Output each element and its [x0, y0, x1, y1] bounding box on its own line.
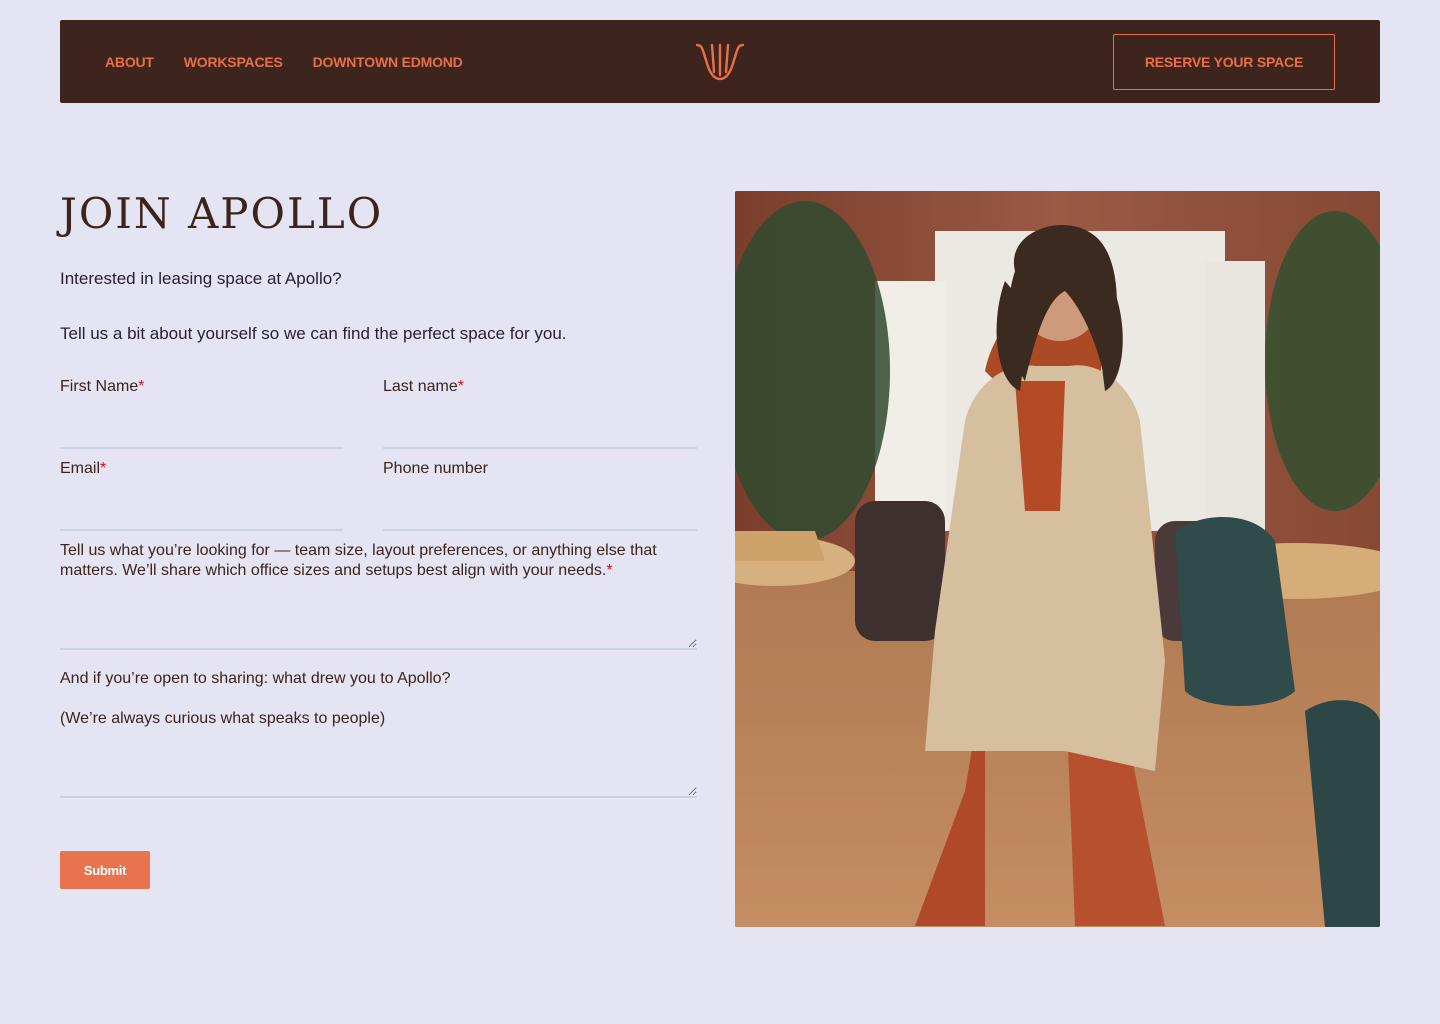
drew-question: And if you’re open to sharing: what drew…	[60, 670, 451, 687]
nav-link-workspaces[interactable]: WORKSPACES	[184, 54, 283, 70]
last-name-label: Last name*	[383, 378, 464, 395]
last-name-field-group: Last name*	[383, 377, 697, 449]
required-asterisk: *	[100, 460, 107, 477]
drew-subtext: (We’re always curious what speaks to peo…	[60, 710, 386, 727]
email-label: Email*	[60, 460, 107, 477]
page-title: JOIN APOLLO	[60, 189, 384, 238]
reserve-your-space-button[interactable]: RESERVE YOUR SPACE	[1113, 34, 1335, 90]
nav-links: ABOUT WORKSPACES DOWNTOWN EDMOND	[105, 54, 463, 70]
drew-textarea[interactable]	[60, 729, 697, 798]
drew-field-group: And if you’re open to sharing: what drew…	[60, 669, 697, 798]
needs-label: Tell us what you’re looking for — team s…	[60, 542, 657, 579]
required-asterisk: *	[457, 378, 464, 395]
join-form-section: JOIN APOLLO Interested in leasing space …	[60, 185, 700, 889]
required-asterisk: *	[606, 562, 613, 579]
needs-textarea[interactable]	[60, 581, 697, 650]
intro-description: Tell us a bit about yourself so we can f…	[60, 324, 567, 343]
woman-in-cafe-photo	[735, 191, 1380, 927]
required-asterisk: *	[138, 378, 145, 395]
intro-question: Interested in leasing space at Apollo?	[60, 269, 342, 288]
nav-link-downtown-edmond[interactable]: DOWNTOWN EDMOND	[313, 54, 463, 70]
first-name-input[interactable]	[60, 417, 343, 449]
first-name-field-group: First Name*	[60, 377, 343, 449]
phone-input[interactable]	[383, 499, 697, 531]
phone-label: Phone number	[383, 460, 488, 477]
nav-link-about[interactable]: ABOUT	[105, 54, 154, 70]
email-input[interactable]	[60, 499, 343, 531]
top-navigation-bar: ABOUT WORKSPACES DOWNTOWN EDMOND RESERVE…	[60, 20, 1380, 103]
submit-button[interactable]: Submit	[60, 851, 150, 889]
email-field-group: Email*	[60, 459, 343, 531]
lyre-logo-icon[interactable]	[694, 42, 746, 82]
first-name-label: First Name*	[60, 378, 145, 395]
needs-field-group: Tell us what you’re looking for — team s…	[60, 541, 697, 650]
phone-field-group: Phone number	[383, 459, 697, 531]
drew-label: And if you’re open to sharing: what drew…	[60, 669, 697, 729]
last-name-input[interactable]	[383, 417, 697, 449]
